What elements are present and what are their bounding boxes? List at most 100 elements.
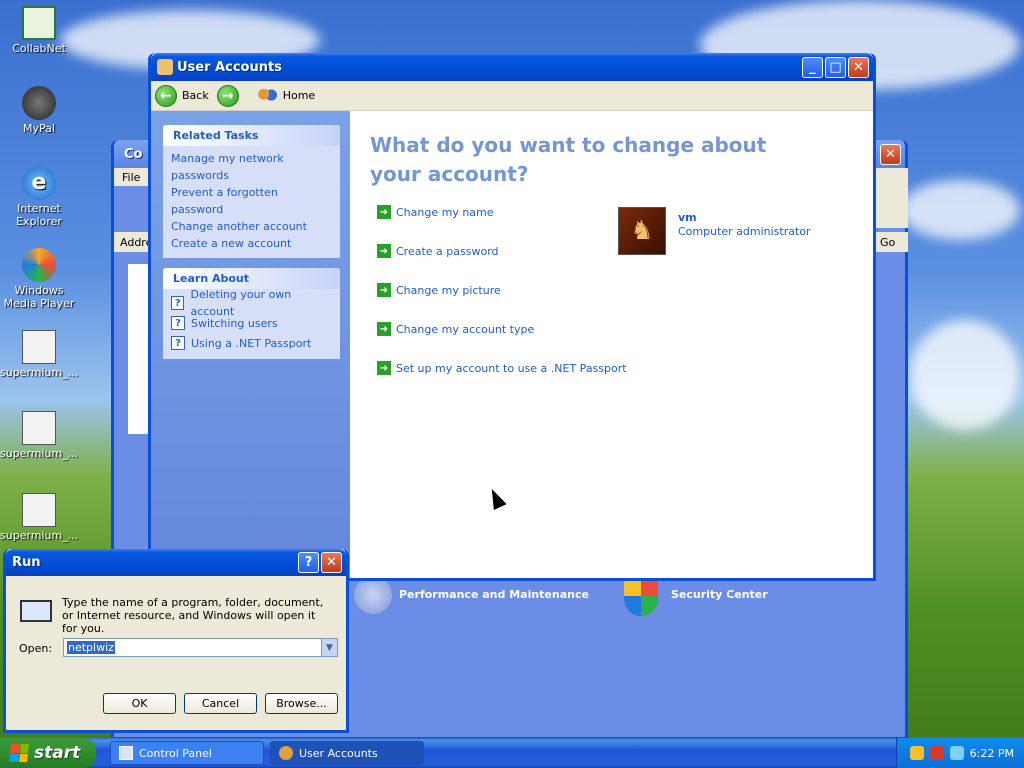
cloud: [900, 180, 1020, 240]
learn-deleting-account[interactable]: ? Deleting your own account: [171, 288, 332, 318]
user-accounts-titlebar[interactable]: User Accounts _ □ ✕: [151, 53, 873, 81]
option-change-account-type[interactable]: ➜ Change my account type: [377, 322, 534, 336]
task-manage-network-passwords[interactable]: Manage my network passwords: [171, 150, 332, 184]
arrow-icon: ➜: [377, 322, 391, 336]
desktop-icon-label: MyPal: [23, 122, 55, 135]
run-titlebar[interactable]: Run ? ✕: [6, 549, 346, 576]
window-title: User Accounts: [177, 59, 282, 75]
taskbar-button-user-accounts[interactable]: User Accounts: [270, 741, 424, 765]
help-icon: ?: [171, 296, 185, 310]
desktop-icon-mypal[interactable]: MyPal: [0, 86, 78, 135]
maximize-button[interactable]: □: [825, 56, 846, 78]
run-description: Type the name of a program, folder, docu…: [62, 596, 324, 635]
control-panel-icon: [119, 746, 133, 760]
performance-icon: [354, 576, 392, 614]
close-button[interactable]: ✕: [321, 552, 342, 573]
clock[interactable]: 6:22 PM: [970, 747, 1014, 760]
home-button[interactable]: Home: [255, 86, 315, 105]
option-label: Create a password: [396, 244, 499, 258]
desktop-icon-collabnet[interactable]: CollabNet: [0, 6, 78, 55]
installer-icon: [22, 411, 56, 445]
learn-label: Switching users: [191, 316, 278, 330]
taskbar-button-label: User Accounts: [299, 746, 378, 760]
toolbar: ← Back → Home: [151, 81, 873, 111]
option-label: Change my picture: [396, 283, 501, 297]
account-picture-chess-icon: ♞: [618, 207, 666, 255]
desktop-icon-supermium-1[interactable]: supermium_...: [0, 330, 78, 379]
browse-button[interactable]: Browse...: [265, 693, 338, 714]
page-title: What do you want to change about your ac…: [370, 133, 767, 186]
start-label: start: [34, 743, 81, 763]
window-title: Run: [12, 555, 41, 570]
run-dialog[interactable]: Run ? ✕ Type the name of a program, fold…: [3, 549, 349, 733]
desktop-icon-internet-explorer[interactable]: e Internet Explorer: [0, 166, 78, 228]
open-input-value: netplwiz: [67, 641, 115, 654]
desktop-icon-supermium-3[interactable]: supermium_...: [0, 493, 78, 542]
account-type: Computer administrator: [678, 225, 811, 238]
network-icon[interactable]: [949, 746, 964, 760]
home-users-icon: [255, 86, 278, 105]
main-content: What do you want to change about your ac…: [350, 111, 873, 578]
help-button[interactable]: ?: [298, 552, 319, 573]
toolbar-strip: [876, 168, 908, 228]
chevron-down-icon[interactable]: ▼: [321, 639, 337, 656]
desktop-icon-label: CollabNet: [12, 42, 66, 55]
arrow-icon: ➜: [377, 205, 391, 219]
desktop-icon-label: supermium_...: [0, 529, 79, 542]
minimize-button[interactable]: _: [802, 56, 823, 78]
go-button[interactable]: Go: [876, 232, 908, 252]
close-button[interactable]: ✕: [848, 56, 869, 78]
run-program-icon: [20, 600, 52, 622]
cancel-button[interactable]: Cancel: [184, 693, 257, 714]
forward-button[interactable]: →: [216, 84, 244, 107]
open-input[interactable]: netplwiz ▼: [63, 638, 338, 657]
help-icon: ?: [171, 316, 185, 330]
ok-button[interactable]: OK: [103, 693, 176, 714]
back-button[interactable]: ← Back: [155, 84, 209, 107]
related-tasks-box: Related Tasks Manage my network password…: [163, 125, 340, 258]
option-create-password[interactable]: ➜ Create a password: [377, 244, 499, 258]
back-arrow-icon: ←: [155, 84, 177, 107]
security-shield-icon[interactable]: [909, 746, 924, 760]
option-label: Change my name: [396, 205, 494, 219]
task-prevent-forgotten-password[interactable]: Prevent a forgotten password: [171, 184, 332, 218]
taskbar-button-label: Control Panel: [139, 746, 212, 760]
category-security-center[interactable]: Security Center: [671, 588, 768, 601]
option-change-picture[interactable]: ➜ Change my picture: [377, 283, 501, 297]
taskbar: start Control Panel User Accounts 6:22 P…: [0, 738, 1024, 768]
desktop-icon-label: supermium_...: [0, 366, 79, 379]
task-create-new-account[interactable]: Create a new account: [171, 235, 332, 252]
learn-net-passport[interactable]: ? Using a .NET Passport: [171, 333, 332, 353]
arrow-icon: ➜: [377, 244, 391, 258]
close-button[interactable]: ✕: [880, 143, 901, 165]
option-change-name[interactable]: ➜ Change my name: [377, 205, 494, 219]
account-name: vm: [678, 211, 697, 224]
user-accounts-icon: [157, 59, 173, 75]
desktop-icon-windows-media-player[interactable]: Windows Media Player: [0, 248, 78, 310]
related-tasks-heading[interactable]: Related Tasks: [163, 125, 340, 146]
learn-about-box: Learn About ? Deleting your own account …: [163, 268, 340, 359]
back-label: Back: [182, 89, 209, 102]
installer-icon: [22, 330, 56, 364]
desktop-icon-supermium-2[interactable]: supermium_...: [0, 411, 78, 460]
desktop-icon-label: Windows Media Player: [3, 284, 75, 310]
start-button[interactable]: start: [0, 738, 96, 768]
desktop-icon-label: Internet Explorer: [16, 202, 62, 228]
ie-icon: e: [22, 166, 56, 200]
arrow-icon: ➜: [377, 361, 391, 375]
forward-arrow-icon: →: [216, 84, 239, 107]
learn-label: Using a .NET Passport: [191, 336, 312, 350]
category-performance-maintenance[interactable]: Performance and Maintenance: [399, 588, 589, 601]
help-icon: ?: [171, 336, 185, 350]
alert-shield-icon[interactable]: [929, 746, 944, 760]
raccoon-icon: [22, 86, 56, 120]
system-tray: 6:22 PM: [896, 738, 1024, 768]
task-change-another-account[interactable]: Change another account: [171, 218, 332, 235]
taskbar-button-control-panel[interactable]: Control Panel: [110, 741, 264, 765]
collabnet-icon: [22, 6, 56, 40]
media-player-icon: [22, 248, 56, 282]
user-accounts-window[interactable]: User Accounts _ □ ✕ ← Back → Home Relate…: [148, 53, 876, 581]
open-label: Open:: [19, 642, 53, 655]
option-net-passport[interactable]: ➜ Set up my account to use a .NET Passpo…: [377, 361, 627, 375]
security-shield-icon: [624, 576, 658, 616]
